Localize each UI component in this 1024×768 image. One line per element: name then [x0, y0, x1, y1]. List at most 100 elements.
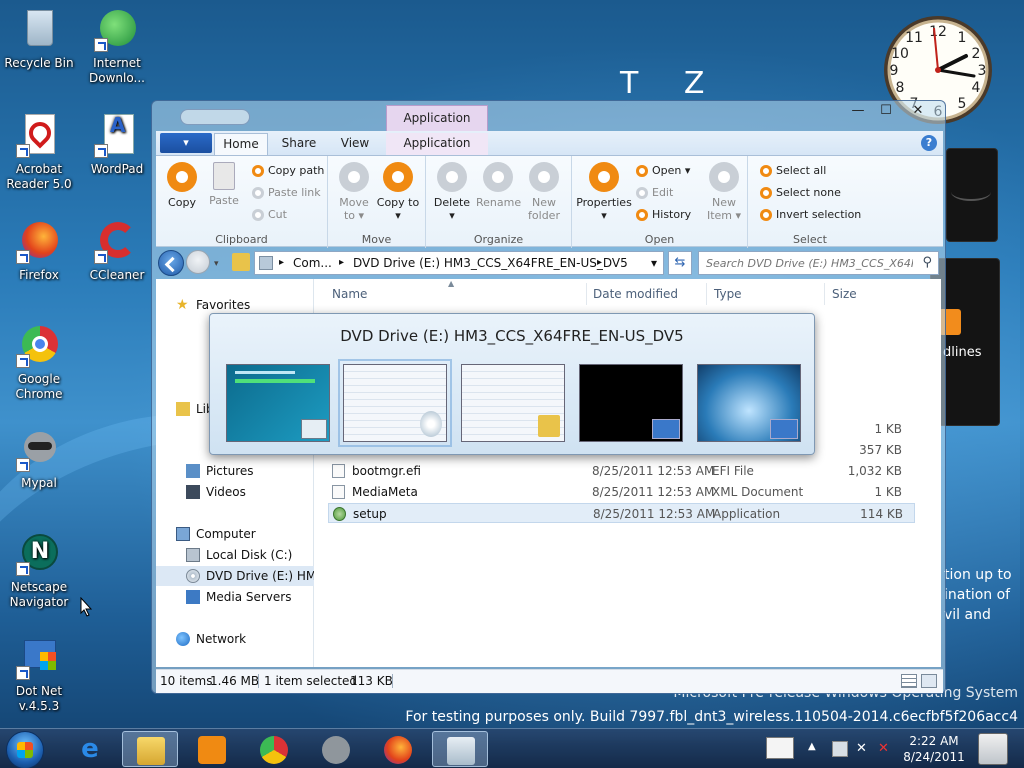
- column-date-modified[interactable]: Date modified: [593, 287, 678, 301]
- forward-button[interactable]: [186, 250, 210, 274]
- thumbnail-setup-window[interactable]: [226, 364, 330, 442]
- column-name[interactable]: Name: [332, 287, 367, 301]
- maximize-button[interactable]: ☐: [872, 103, 900, 121]
- breadcrumb-computer[interactable]: Com...: [293, 252, 332, 274]
- taskbar-media-player[interactable]: [184, 731, 240, 767]
- pen-input-icon[interactable]: [766, 737, 794, 759]
- details-view-icon[interactable]: [901, 674, 917, 688]
- copy-button[interactable]: Copy: [160, 162, 204, 209]
- tab-view[interactable]: View: [332, 133, 378, 155]
- desktop-icon-mypal[interactable]: Mypal: [0, 426, 78, 491]
- column-divider[interactable]: [706, 283, 707, 305]
- paste-button[interactable]: Paste: [202, 162, 246, 207]
- back-button[interactable]: [158, 250, 184, 276]
- taskbar-file-explorer[interactable]: [122, 731, 178, 767]
- new-item-button[interactable]: New Item ▾: [702, 162, 746, 222]
- show-hidden-icons[interactable]: ▲: [808, 741, 824, 757]
- user-avatar[interactable]: [978, 733, 1008, 765]
- nav-network[interactable]: Network: [156, 629, 314, 649]
- desktop-icon-wordpad[interactable]: A WordPad: [78, 112, 156, 177]
- address-dropdown-icon[interactable]: ▾: [651, 252, 657, 274]
- thumbnail-explorer-dvd[interactable]: [338, 359, 452, 447]
- application-tools-context-tab[interactable]: Application Tools: [386, 105, 488, 149]
- taskbar-chrome[interactable]: [246, 731, 302, 767]
- taskbar-clock[interactable]: 2:22 AM 8/24/2011: [902, 733, 966, 765]
- desktop-icon-google-chrome[interactable]: Google Chrome: [0, 322, 78, 402]
- desktop-icon-dot-net[interactable]: Dot Net v.4.5.3: [0, 634, 78, 714]
- table-row[interactable]: bootmgr.efi 8/25/2011 12:53 AM EFI File …: [328, 461, 915, 481]
- nav-local-disk[interactable]: Local Disk (C:): [156, 545, 314, 565]
- column-divider[interactable]: [824, 283, 825, 305]
- clock-date: 8/24/2011: [903, 750, 965, 764]
- delete-button[interactable]: Delete ▾: [430, 162, 474, 222]
- breadcrumb-sep-icon[interactable]: ▸: [279, 252, 284, 274]
- minimize-button[interactable]: —: [844, 103, 872, 121]
- taskbar-thumbnail-preview[interactable]: DVD Drive (E:) HM3_CCS_X64FRE_EN-US_DV5: [209, 313, 815, 455]
- select-none-button[interactable]: Select none: [758, 184, 841, 202]
- history-button[interactable]: History: [634, 206, 691, 224]
- quick-access-toolbar[interactable]: [180, 109, 250, 125]
- large-icons-view-icon[interactable]: [921, 674, 937, 688]
- help-icon[interactable]: ?: [921, 135, 937, 151]
- taskbar-mypal[interactable]: [308, 731, 364, 767]
- nav-favorites[interactable]: ★ Favorites: [156, 295, 314, 315]
- column-size[interactable]: Size: [832, 287, 857, 301]
- thumbnail-desktop[interactable]: [697, 364, 801, 442]
- taskbar-setup[interactable]: [432, 731, 488, 767]
- desktop-icon-netscape-navigator[interactable]: N Netscape Navigator: [0, 530, 78, 610]
- media-gadget[interactable]: [946, 148, 998, 242]
- cut-button[interactable]: Cut: [250, 206, 287, 224]
- network-status-icon[interactable]: ✕: [856, 741, 872, 757]
- recent-locations-chevron-icon[interactable]: ▾: [214, 259, 219, 269]
- thumbnail-black-window[interactable]: [579, 364, 683, 442]
- desktop-icon-firefox[interactable]: Firefox: [0, 218, 78, 283]
- taskbar-internet-explorer[interactable]: e: [62, 731, 118, 767]
- move-to-button[interactable]: Move to ▾: [332, 162, 376, 222]
- desktop-icon-ccleaner[interactable]: CCleaner: [78, 218, 156, 283]
- column-divider[interactable]: [586, 283, 587, 305]
- close-button[interactable]: ✕: [904, 103, 932, 121]
- tab-share[interactable]: Share: [274, 133, 324, 155]
- svg-text:3: 3: [978, 63, 987, 79]
- copy-to-button[interactable]: Copy to ▾: [376, 162, 420, 222]
- column-type[interactable]: Type: [714, 287, 742, 301]
- thumbnail-explorer-folder[interactable]: [461, 364, 565, 442]
- breadcrumb-sep-icon[interactable]: ▸: [597, 252, 602, 274]
- address-bar[interactable]: ▸ Com... ▸ DVD Drive (E:) HM3_CCS_X64FRE…: [254, 251, 664, 275]
- title-bar[interactable]: Application Tools — ☐ ✕: [152, 101, 945, 149]
- nav-videos[interactable]: Videos: [156, 482, 314, 502]
- rename-button[interactable]: Rename: [476, 162, 521, 209]
- select-all-button[interactable]: Select all: [758, 162, 826, 180]
- desktop-icon-recycle-bin[interactable]: Recycle Bin: [0, 6, 78, 71]
- nav-computer[interactable]: Computer: [156, 524, 314, 544]
- file-tab[interactable]: ▾: [160, 133, 212, 153]
- copy-path-button[interactable]: Copy path: [250, 162, 324, 180]
- properties-button[interactable]: Properties ▾: [576, 162, 632, 222]
- desktop-icon-internet-download[interactable]: Internet Downlo...: [78, 6, 156, 86]
- open-button[interactable]: Open ▾: [634, 162, 690, 180]
- taskbar-firefox[interactable]: [370, 731, 426, 767]
- paste-link-button[interactable]: Paste link: [250, 184, 321, 202]
- tab-application[interactable]: Application: [386, 133, 488, 155]
- table-row[interactable]: MediaMeta 8/25/2011 12:53 AM XML Documen…: [328, 482, 915, 502]
- up-folder-button[interactable]: [232, 253, 250, 271]
- new-folder-button[interactable]: New folder: [522, 162, 566, 222]
- nav-dvd-drive[interactable]: DVD Drive (E:) HM3_: [156, 566, 330, 586]
- breadcrumb-dvd-drive[interactable]: DVD Drive (E:) HM3_CCS_X64FRE_EN-US_DV5: [353, 252, 628, 274]
- nav-pictures[interactable]: Pictures: [156, 461, 314, 481]
- edit-button[interactable]: Edit: [634, 184, 673, 202]
- nav-media-servers[interactable]: Media Servers: [156, 587, 314, 607]
- tab-home[interactable]: Home: [214, 133, 268, 155]
- invert-selection-button[interactable]: Invert selection: [758, 206, 861, 224]
- breadcrumb-sep-icon[interactable]: ▸: [339, 252, 344, 274]
- chrome-icon: [260, 736, 288, 764]
- search-icon[interactable]: ⚲: [922, 255, 932, 270]
- search-input[interactable]: [699, 252, 913, 274]
- action-center-icon[interactable]: [832, 741, 848, 757]
- desktop-icon-acrobat-reader[interactable]: Acrobat Reader 5.0: [0, 112, 78, 192]
- refresh-button[interactable]: ⇆: [668, 251, 692, 275]
- table-row[interactable]: setup 8/25/2011 12:53 AM Application 114…: [328, 503, 915, 523]
- search-box[interactable]: ⚲: [698, 251, 939, 275]
- volume-muted-icon[interactable]: ✕: [878, 741, 894, 757]
- start-button[interactable]: [6, 731, 44, 768]
